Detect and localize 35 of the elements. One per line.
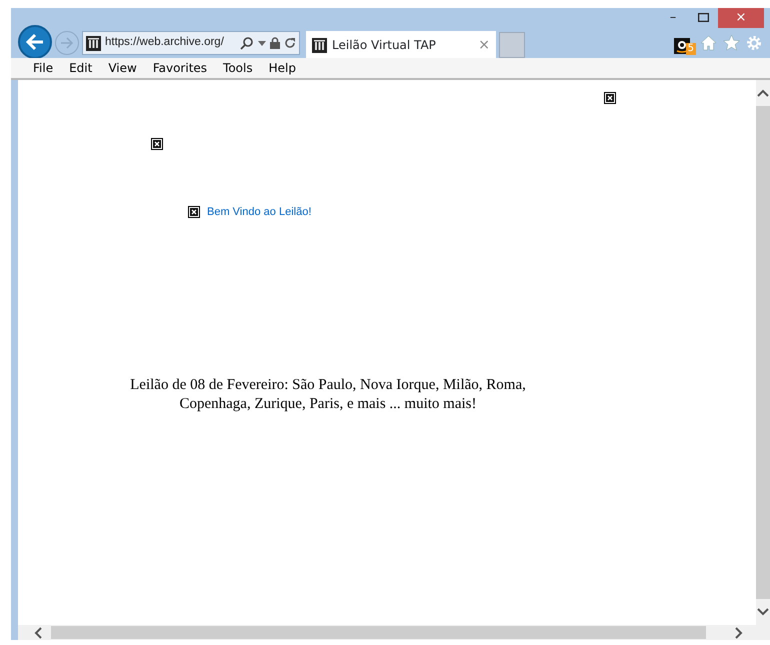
broken-image-icon <box>151 138 163 150</box>
scrollbar-thumb[interactable] <box>51 626 706 639</box>
archive-icon <box>86 36 101 50</box>
star-icon[interactable] <box>723 35 740 51</box>
search-icon[interactable] <box>240 36 254 50</box>
maximize-icon <box>698 12 708 22</box>
caret-icon[interactable] <box>258 40 266 46</box>
tab-title: Leilão Virtual TAP <box>332 37 436 54</box>
menu-item[interactable]: Edit <box>61 59 100 77</box>
notification-badge: 5 <box>686 43 696 55</box>
browser-tab[interactable]: Leilão Virtual TAP × <box>306 31 496 59</box>
scroll-right-icon[interactable] <box>734 626 744 638</box>
horizontal-scrollbar[interactable] <box>18 625 770 640</box>
menu-item[interactable]: File <box>25 59 62 77</box>
minimize-button[interactable]: – <box>658 8 688 28</box>
broken-image-icon <box>604 92 616 104</box>
welcome-link[interactable]: Bem Vindo ao Leilão! <box>207 204 312 220</box>
menu-item[interactable]: View <box>100 59 145 77</box>
address-field[interactable]: https://web.archive.org/ <box>82 31 300 55</box>
back-arrow-icon <box>25 33 45 51</box>
lock-icon <box>270 37 280 49</box>
menu-item[interactable]: Help <box>260 59 304 77</box>
announcement-text: Leilão de 08 de Fevereiro: São Paulo, Nova Iorque, Milão, Roma, Copenhaga, Zurique, Paris, e mais ... muito mais! <box>129 376 527 414</box>
close-button[interactable]: × <box>718 8 764 28</box>
menu-item[interactable]: Tools <box>215 59 261 77</box>
menu-item[interactable]: Favorites <box>144 59 216 77</box>
close-tab-button[interactable]: × <box>478 34 490 56</box>
back-button[interactable] <box>18 25 52 59</box>
archive-icon <box>312 38 327 52</box>
scroll-left-icon[interactable] <box>33 626 43 638</box>
refresh-icon[interactable] <box>284 37 296 49</box>
forward-arrow-icon <box>60 37 74 49</box>
scroll-up-icon[interactable] <box>757 88 769 98</box>
broken-image-icon <box>188 206 200 218</box>
scroll-down-icon[interactable] <box>757 607 769 617</box>
